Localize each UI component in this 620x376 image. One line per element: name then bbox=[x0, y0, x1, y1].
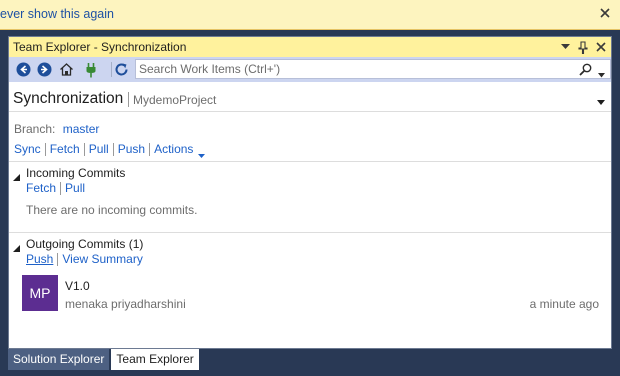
chevron-down-icon[interactable] bbox=[198, 147, 206, 158]
back-icon[interactable] bbox=[15, 61, 32, 78]
incoming-empty-message: There are no incoming commits. bbox=[26, 203, 198, 217]
branch-link[interactable]: master bbox=[63, 122, 100, 136]
window-title: Team Explorer - Synchronization bbox=[13, 40, 187, 54]
tab-solution-explorer[interactable]: Solution Explorer bbox=[8, 349, 110, 370]
header-separator bbox=[128, 92, 129, 107]
divider bbox=[9, 161, 611, 162]
avatar: MP bbox=[22, 275, 58, 311]
actions-menu[interactable]: Actions bbox=[154, 142, 193, 156]
collapse-triangle-icon[interactable] bbox=[13, 170, 20, 181]
incoming-links: Fetch Pull bbox=[26, 181, 85, 195]
search-icon[interactable] bbox=[579, 63, 592, 76]
search-input[interactable] bbox=[139, 62, 559, 76]
toolbar-separator bbox=[111, 62, 112, 77]
branch-label: Branch: bbox=[14, 122, 56, 136]
commit-item[interactable]: MP V1.0 menaka priyadharshini a minute a… bbox=[22, 275, 607, 312]
close-icon[interactable] bbox=[598, 6, 612, 20]
chevron-down-icon[interactable] bbox=[597, 94, 605, 105]
project-name[interactable]: MydemoProject bbox=[133, 93, 216, 107]
outgoing-commits-title: Outgoing Commits (1) bbox=[26, 237, 144, 251]
home-icon[interactable] bbox=[58, 61, 75, 78]
outgoing-commits-header[interactable]: Outgoing Commits (1) bbox=[13, 237, 144, 252]
page-title: Synchronization bbox=[13, 90, 124, 107]
link-separator bbox=[57, 252, 59, 266]
push-link[interactable]: Push bbox=[118, 142, 145, 156]
link-separator bbox=[149, 142, 151, 156]
bottom-tabs: Solution Explorer Team Explorer bbox=[8, 349, 199, 370]
incoming-commits-header[interactable]: Incoming Commits bbox=[13, 166, 126, 181]
tab-team-explorer[interactable]: Team Explorer bbox=[111, 349, 199, 370]
sync-actions: Sync Fetch Pull Push Actions bbox=[14, 142, 206, 158]
pull-link[interactable]: Pull bbox=[89, 142, 109, 156]
connect-plug-icon[interactable] bbox=[82, 61, 99, 78]
toolbar bbox=[9, 57, 611, 82]
team-explorer-window: Team Explorer - Synchronization Search W… bbox=[8, 36, 612, 349]
pin-icon[interactable] bbox=[576, 40, 590, 54]
incoming-pull-link[interactable]: Pull bbox=[65, 181, 85, 195]
branch-row: Branch: master bbox=[14, 122, 99, 136]
divider bbox=[9, 232, 611, 233]
link-separator bbox=[112, 142, 114, 156]
incoming-commits-title: Incoming Commits bbox=[26, 166, 126, 180]
link-separator bbox=[83, 142, 85, 156]
sync-link[interactable]: Sync bbox=[14, 142, 41, 156]
dropdown-icon[interactable] bbox=[558, 40, 572, 54]
chevron-down-icon[interactable] bbox=[598, 67, 605, 78]
info-bar: ever show this again bbox=[0, 0, 620, 30]
page-header: Synchronization MydemoProject bbox=[9, 82, 611, 112]
outgoing-push-link[interactable]: Push bbox=[26, 252, 53, 266]
collapse-triangle-icon[interactable] bbox=[13, 241, 20, 252]
outgoing-links: Push View Summary bbox=[26, 252, 143, 266]
incoming-fetch-link[interactable]: Fetch bbox=[26, 181, 56, 195]
commit-time: a minute ago bbox=[529, 297, 599, 311]
search-box[interactable] bbox=[135, 59, 611, 79]
refresh-icon[interactable] bbox=[113, 61, 130, 78]
commit-author: menaka priyadharshini bbox=[65, 297, 186, 311]
forward-icon[interactable] bbox=[36, 61, 53, 78]
link-separator bbox=[44, 142, 46, 156]
fetch-link[interactable]: Fetch bbox=[50, 142, 80, 156]
commit-message: V1.0 bbox=[65, 279, 90, 293]
title-bar: Team Explorer - Synchronization bbox=[9, 37, 611, 57]
link-separator bbox=[60, 181, 62, 195]
view-summary-link[interactable]: View Summary bbox=[62, 252, 142, 266]
never-show-again-link[interactable]: ever show this again bbox=[0, 7, 114, 21]
close-icon[interactable] bbox=[594, 40, 608, 54]
